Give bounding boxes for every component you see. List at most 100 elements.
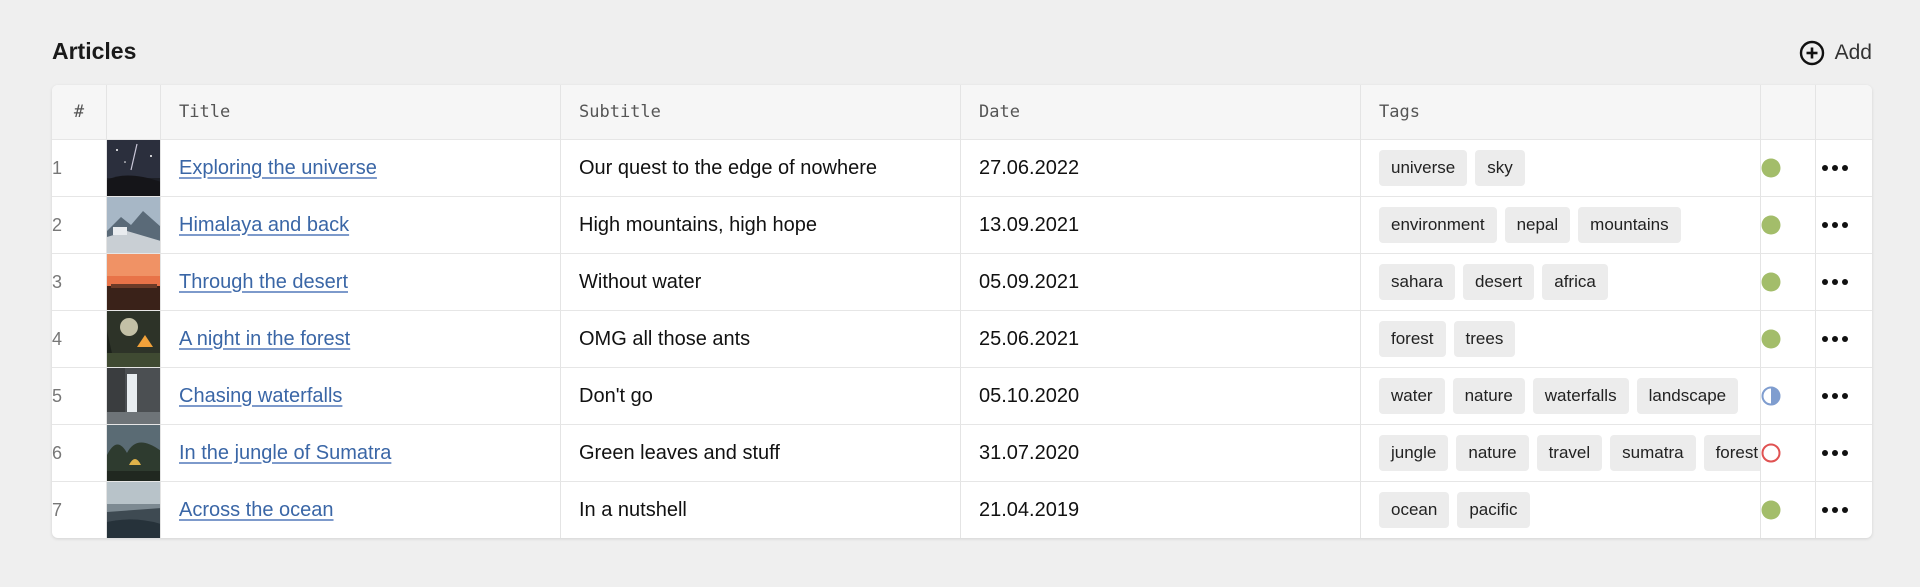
thumbnail-cell: [107, 140, 161, 197]
article-subtitle: Without water: [579, 270, 702, 293]
tag-chip[interactable]: desert: [1462, 264, 1535, 300]
menu-cell: [1816, 254, 1872, 311]
column-header-title[interactable]: Title: [161, 85, 561, 140]
table-row[interactable]: 1 Exploring the universe Our quest to the …: [52, 140, 1872, 197]
more-options-icon[interactable]: [1816, 159, 1854, 177]
page-title: Articles: [52, 38, 137, 64]
add-button-label: Add: [1834, 41, 1872, 64]
more-options-icon[interactable]: [1816, 501, 1854, 519]
article-title-link[interactable]: Himalaya and back: [179, 214, 349, 236]
status-cell: [1761, 368, 1816, 425]
article-title-link[interactable]: Exploring the universe: [179, 157, 377, 179]
tag-chip[interactable]: mountains: [1578, 207, 1681, 243]
tags-cell: jungle nature travel sumatra forest: [1361, 425, 1761, 482]
status-draft-icon: [1761, 443, 1781, 463]
article-date: 05.09.2021: [979, 270, 1080, 293]
tag-chip[interactable]: sahara: [1379, 264, 1455, 300]
title-cell: Exploring the universe: [161, 140, 561, 197]
date-cell: 05.10.2020: [961, 368, 1361, 425]
tags-cell: sahara desert africa: [1361, 254, 1761, 311]
article-subtitle: Don't go: [579, 384, 653, 407]
date-cell: 05.09.2021: [961, 254, 1361, 311]
table-row[interactable]: 4 A night in the forest OMG all those ants…: [52, 311, 1872, 368]
status-partial-icon: [1761, 386, 1781, 406]
menu-cell: [1816, 311, 1872, 368]
row-number: 4: [52, 311, 107, 368]
tag-chip[interactable]: africa: [1542, 264, 1608, 300]
thumbnail-image: [107, 254, 160, 310]
tag-chip[interactable]: forest: [1703, 435, 1760, 471]
more-options-icon[interactable]: [1816, 444, 1854, 462]
article-title-link[interactable]: In the jungle of Sumatra: [179, 442, 391, 464]
title-cell: In the jungle of Sumatra: [161, 425, 561, 482]
status-published-icon: [1761, 329, 1781, 349]
status-published-icon: [1761, 500, 1781, 520]
title-cell: Across the ocean: [161, 482, 561, 538]
thumbnail-cell: [107, 254, 161, 311]
article-date: 27.06.2022: [979, 156, 1080, 179]
tags-cell: forest trees: [1361, 311, 1761, 368]
table-row[interactable]: 5 Chasing waterfalls Don't go 05.10.2020 wat…: [52, 368, 1872, 425]
tag-chip[interactable]: environment: [1379, 207, 1497, 243]
status-cell: [1761, 254, 1816, 311]
date-cell: 25.06.2021: [961, 311, 1361, 368]
tag-chip[interactable]: travel: [1536, 435, 1603, 471]
column-header-tags[interactable]: Tags: [1361, 85, 1761, 140]
article-date: 05.10.2020: [979, 384, 1080, 407]
column-header-number[interactable]: #: [52, 85, 107, 140]
articles-panel: Articles Add # Title Subtitle Date Tags …: [52, 0, 1872, 538]
thumbnail-image: [107, 311, 160, 367]
article-title-link[interactable]: Across the ocean: [179, 499, 334, 521]
row-number: 3: [52, 254, 107, 311]
article-subtitle: Green leaves and stuff: [579, 441, 780, 464]
tag-chip[interactable]: sky: [1475, 150, 1525, 186]
subtitle-cell: Green leaves and stuff: [561, 425, 961, 482]
thumbnail-cell: [107, 368, 161, 425]
tag-chip[interactable]: forest: [1379, 321, 1446, 357]
article-date: 13.09.2021: [979, 213, 1080, 236]
subtitle-cell: Our quest to the edge of nowhere: [561, 140, 961, 197]
status-cell: [1761, 311, 1816, 368]
article-title-link[interactable]: A night in the forest: [179, 328, 350, 350]
article-date: 25.06.2021: [979, 327, 1080, 350]
tag-chip[interactable]: ocean: [1379, 492, 1450, 528]
tag-chip[interactable]: waterfalls: [1532, 378, 1629, 414]
more-options-icon[interactable]: [1816, 330, 1854, 348]
tag-chip[interactable]: jungle: [1379, 435, 1449, 471]
tags-cell: universe sky: [1361, 140, 1761, 197]
status-published-icon: [1761, 158, 1781, 178]
date-cell: 31.07.2020: [961, 425, 1361, 482]
tag-chip[interactable]: nature: [1452, 378, 1525, 414]
add-button[interactable]: Add: [1799, 40, 1872, 66]
panel-header: Articles Add: [52, 0, 1872, 85]
date-cell: 27.06.2022: [961, 140, 1361, 197]
tag-chip[interactable]: trees: [1453, 321, 1516, 357]
thumbnail-cell: [107, 311, 161, 368]
tag-chip[interactable]: pacific: [1457, 492, 1530, 528]
article-title-link[interactable]: Through the desert: [179, 271, 348, 293]
thumbnail-image: [107, 368, 160, 424]
table-row[interactable]: 6 In the jungle of Sumatra Green leaves an…: [52, 425, 1872, 482]
column-header-date[interactable]: Date: [961, 85, 1361, 140]
article-subtitle: In a nutshell: [579, 498, 687, 521]
subtitle-cell: Don't go: [561, 368, 961, 425]
table-row[interactable]: 3 Through the desert Without water 05.09.20…: [52, 254, 1872, 311]
more-options-icon[interactable]: [1816, 216, 1854, 234]
tag-chip[interactable]: universe: [1379, 150, 1468, 186]
tag-chip[interactable]: nature: [1456, 435, 1529, 471]
status-cell: [1761, 197, 1816, 254]
tag-chip[interactable]: sumatra: [1610, 435, 1696, 471]
more-options-icon[interactable]: [1816, 273, 1854, 291]
tag-chip[interactable]: water: [1379, 378, 1445, 414]
menu-cell: [1816, 140, 1872, 197]
article-title-link[interactable]: Chasing waterfalls: [179, 385, 342, 407]
subtitle-cell: OMG all those ants: [561, 311, 961, 368]
tag-chip[interactable]: nepal: [1504, 207, 1571, 243]
column-header-subtitle[interactable]: Subtitle: [561, 85, 961, 140]
menu-cell: [1816, 368, 1872, 425]
title-cell: Through the desert: [161, 254, 561, 311]
tag-chip[interactable]: landscape: [1636, 378, 1739, 414]
more-options-icon[interactable]: [1816, 387, 1854, 405]
table-row[interactable]: 2 Himalaya and back High mountains, high h…: [52, 197, 1872, 254]
table-row[interactable]: 7 Across the ocean In a nutshell 21.04.2019…: [52, 482, 1872, 538]
